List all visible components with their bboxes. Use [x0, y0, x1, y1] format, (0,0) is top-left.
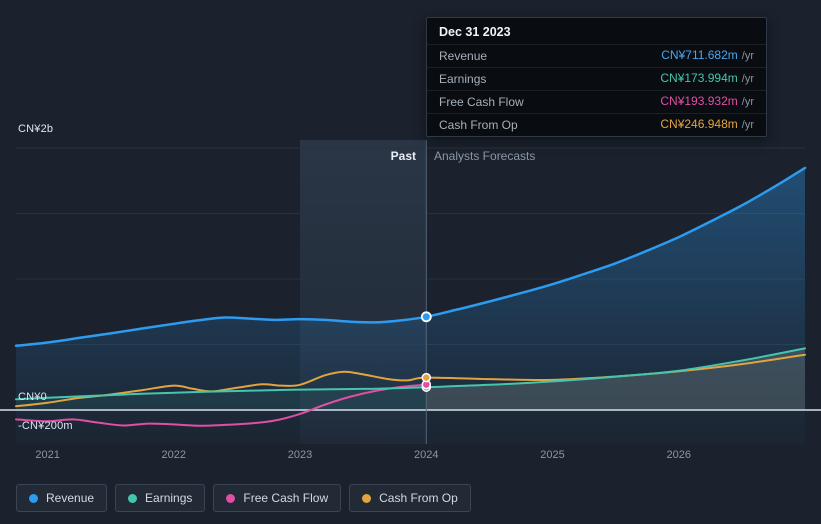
cash-from-op-legend-dot: [362, 493, 372, 503]
tooltip-row-value: CN¥246.948m: [660, 117, 738, 131]
cash-from-op-marker-dot: [421, 372, 432, 383]
x-tick-label: 2022: [162, 449, 186, 461]
earnings-legend-dot: [128, 493, 138, 503]
x-tick-label: 2026: [667, 449, 691, 461]
tooltip-row-value-group: CN¥193.932m/yr: [660, 94, 754, 110]
tooltip-rows: Revenue CN¥711.682m/yr Earnings CN¥173.994m…: [427, 44, 766, 136]
chart-tooltip: Dec 31 2023 Revenue CN¥711.682m/yr Earning…: [426, 17, 767, 137]
tooltip-row-suffix: /yr: [741, 73, 754, 85]
y-axis-label-zero: CN¥0: [18, 391, 47, 403]
legend-item-earnings[interactable]: Earnings: [115, 484, 206, 512]
tooltip-date-title: Dec 31 2023: [439, 25, 511, 39]
tooltip-row-value-group: CN¥173.994m/yr: [660, 71, 754, 87]
legend-item-label: Revenue: [46, 491, 95, 505]
x-tick-label: 2021: [35, 449, 59, 461]
financials-chart-screen: 2021 2022 2023 2024 2025 2026 CN¥2b CN¥0 -CN¥…: [0, 0, 821, 524]
tooltip-row-value: CN¥193.932m: [660, 94, 738, 108]
tooltip-row-suffix: /yr: [741, 50, 754, 62]
tooltip-row-value-group: CN¥246.948m/yr: [660, 117, 754, 133]
tooltip-row-suffix: /yr: [741, 119, 754, 131]
y-axis-label-2b: CN¥2b: [18, 123, 54, 135]
legend-item-free-cash-flow[interactable]: Free Cash Flow: [213, 484, 342, 512]
tooltip-row-label: Earnings: [439, 71, 487, 86]
legend-item-label: Cash From Op: [379, 491, 458, 505]
tooltip-row-label: Free Cash Flow: [439, 94, 524, 109]
legend-item-revenue[interactable]: Revenue: [16, 484, 108, 512]
tooltip-row-value-group: CN¥711.682m/yr: [661, 48, 754, 64]
tooltip-row-cash-from-op: Cash From Op CN¥246.948m/yr: [427, 113, 766, 136]
legend-item-cash-from-op[interactable]: Cash From Op: [349, 484, 471, 512]
y-axis-label-neg-200m: -CN¥200m: [18, 420, 73, 432]
revenue-marker-dot: [420, 311, 432, 323]
tooltip-row-label: Cash From Op: [439, 117, 518, 132]
legend-item-label: Free Cash Flow: [243, 491, 329, 505]
tooltip-row-value: CN¥711.682m: [661, 48, 738, 62]
legend-item-label: Earnings: [145, 491, 193, 505]
x-tick-label: 2024: [414, 449, 438, 461]
free-cash-flow-legend-dot: [226, 493, 236, 503]
chart-legend: Revenue Earnings Free Cash Flow Cash From O…: [16, 484, 471, 512]
tooltip-row-earnings: Earnings CN¥173.994m/yr: [427, 67, 766, 90]
x-tick-label: 2025: [540, 449, 564, 461]
analysts-forecasts-label: Analysts Forecasts: [434, 149, 536, 163]
x-tick-label: 2023: [288, 449, 312, 461]
tooltip-row-label: Revenue: [439, 48, 488, 63]
past-label: Past: [390, 149, 416, 163]
tooltip-row-suffix: /yr: [741, 96, 754, 108]
tooltip-row-free-cash-flow: Free Cash Flow CN¥193.932m/yr: [427, 90, 766, 113]
tooltip-row-value: CN¥173.994m: [660, 71, 738, 85]
revenue-legend-dot: [29, 493, 38, 503]
tooltip-row-revenue: Revenue CN¥711.682m/yr: [427, 44, 766, 67]
